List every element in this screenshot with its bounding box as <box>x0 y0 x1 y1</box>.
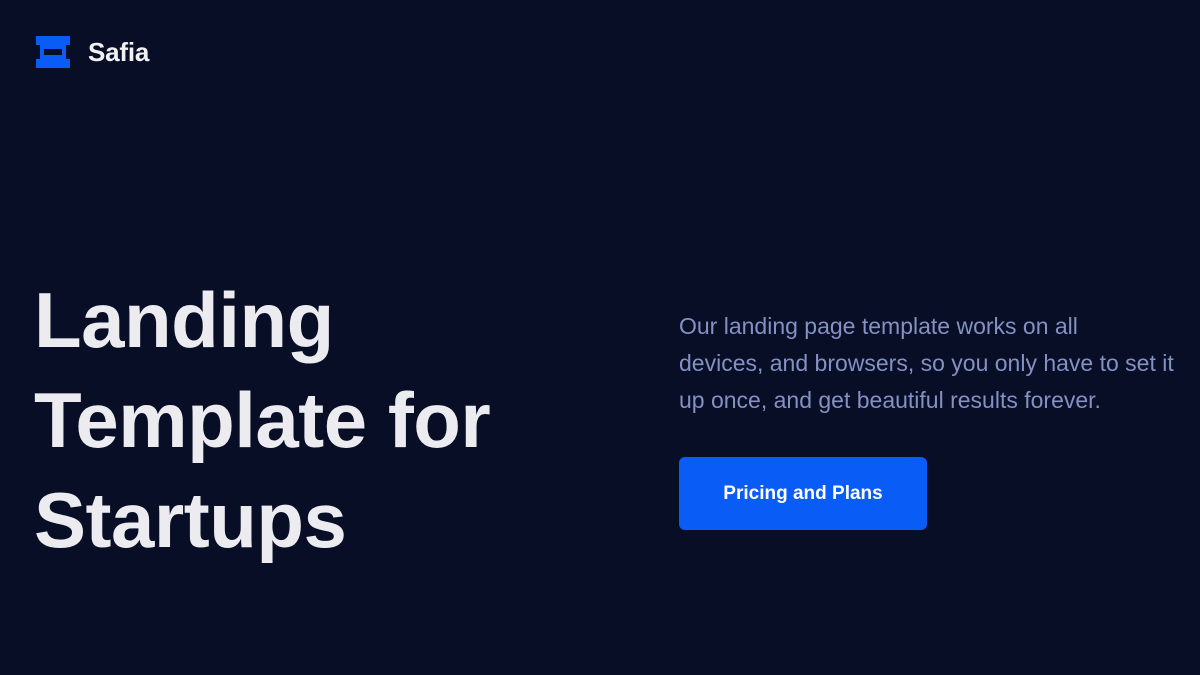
hero-title-line: Template for <box>34 376 491 464</box>
hero-description: Our landing page template works on all d… <box>679 308 1200 419</box>
hero-description-line: devices, and browsers, so you only have … <box>679 350 1174 376</box>
site-header: Safia <box>36 36 149 68</box>
hero-title: Landing Template for Startups <box>34 270 634 570</box>
hero-title-line: Landing <box>34 276 334 364</box>
hero-description-line: up once, and get beautiful results forev… <box>679 387 1101 413</box>
brand-name[interactable]: Safia <box>88 36 149 68</box>
landing-page: Safia Landing Template for Startups Our … <box>0 0 1200 675</box>
hero-description-line: Our landing page template works on all <box>679 313 1078 339</box>
hero-title-line: Startups <box>34 476 347 564</box>
pricing-and-plans-button[interactable]: Pricing and Plans <box>679 457 927 530</box>
ticket-icon[interactable] <box>36 36 70 68</box>
